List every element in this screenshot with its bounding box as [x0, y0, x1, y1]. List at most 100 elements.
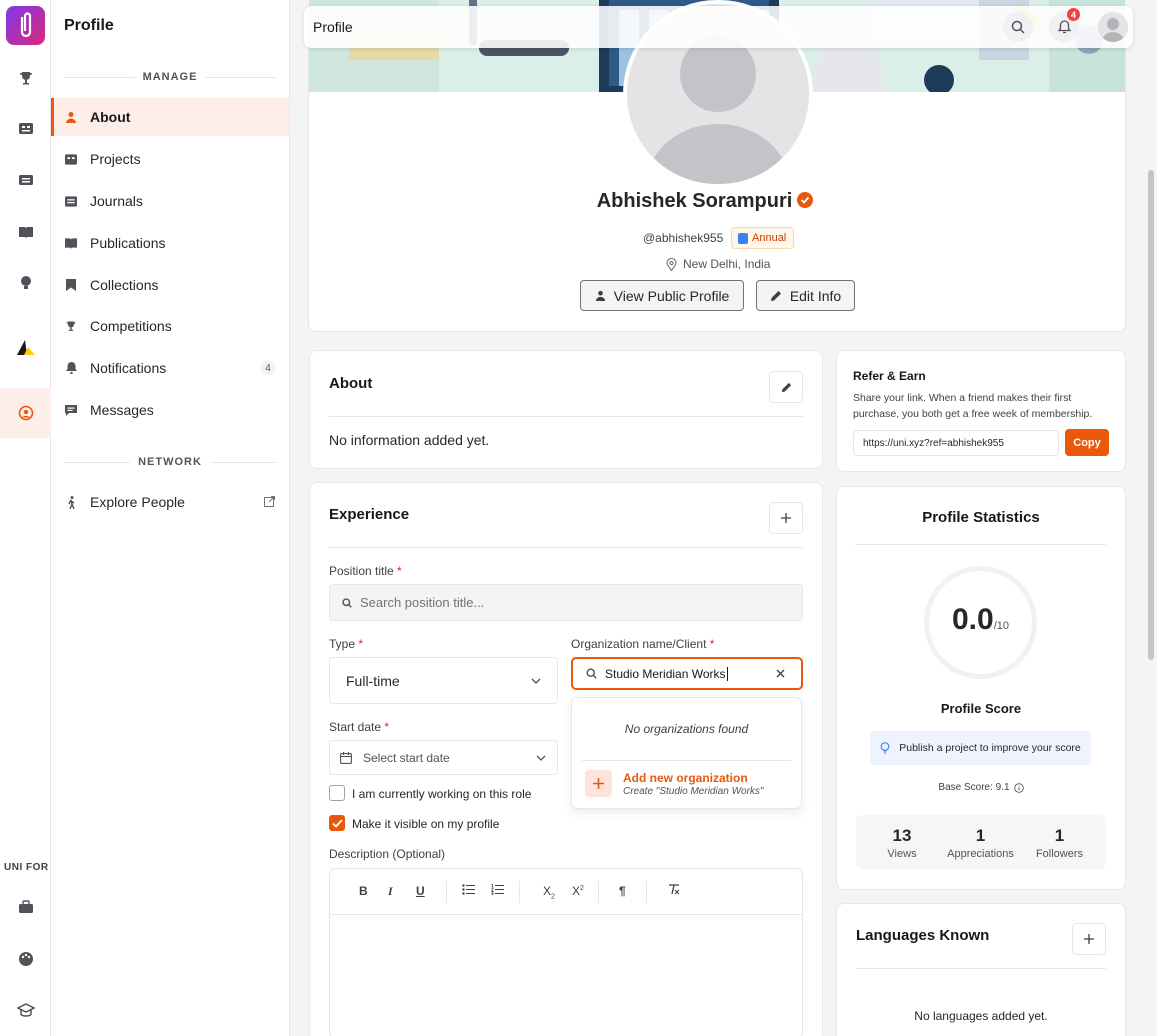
organization-input[interactable]: Studio Meridian Works — [571, 657, 803, 690]
briefcase-icon[interactable] — [0, 889, 51, 925]
position-title-input[interactable]: Search position title... — [329, 584, 803, 621]
message-icon — [65, 404, 77, 416]
text-cursor — [726, 666, 728, 681]
bullet-list-button[interactable] — [462, 884, 475, 895]
sidebar-item-journals[interactable]: Journals — [51, 182, 289, 220]
position-title-label-text: Position title — [329, 564, 394, 578]
search-icon — [586, 668, 597, 679]
views-count: 13 — [892, 826, 912, 845]
sidebar-item-messages[interactable]: Messages — [51, 391, 289, 429]
position-title-label: Position title * — [329, 564, 402, 578]
sidebar-item-collections[interactable]: Collections — [51, 266, 289, 304]
followers-label: Followers — [1035, 848, 1084, 860]
type-label: Type * — [329, 637, 364, 651]
type-select[interactable]: Full-time — [329, 657, 558, 704]
edit-info-button[interactable]: Edit Info — [756, 280, 855, 311]
add-language-button[interactable] — [1072, 923, 1106, 955]
type-value: Full-time — [346, 672, 400, 689]
score-value: 0.0 — [951, 603, 994, 636]
rail-section-label: UNI FOR — [4, 862, 49, 873]
add-new-organization-option[interactable]: Add new organization Create "Studio Meri… — [572, 764, 801, 806]
app-logo[interactable] — [6, 6, 45, 45]
chevron-down-icon — [531, 678, 541, 684]
membership-icon — [738, 232, 748, 244]
journals-icon — [65, 195, 77, 207]
superscript-button[interactable]: X2 — [572, 884, 584, 898]
about-empty-text: No information added yet. — [329, 432, 490, 448]
plan-label: Annual — [752, 232, 787, 244]
user-avatar-button[interactable] — [1098, 12, 1128, 42]
dropdown-divider — [582, 760, 791, 761]
journals-icon[interactable] — [0, 162, 51, 198]
stats-divider — [855, 544, 1106, 545]
subscript-button[interactable]: X2 — [543, 884, 555, 900]
current-role-checkbox[interactable] — [329, 785, 345, 801]
bookmark-icon — [65, 279, 77, 291]
refer-title: Refer & Earn — [853, 369, 926, 383]
brand-triangle-icon[interactable] — [0, 330, 51, 366]
profile-icon[interactable] — [0, 388, 51, 438]
profile-sidebar: Profile MANAGE About Projects Journals P… — [51, 0, 290, 1036]
edit-about-button[interactable] — [769, 371, 803, 403]
sidebar-item-label: Notifications — [90, 360, 167, 376]
underline-button[interactable]: U — [416, 884, 425, 898]
trophy-icon[interactable] — [0, 60, 51, 96]
bold-button[interactable]: B — [359, 884, 368, 898]
sidebar-item-publications[interactable]: Publications — [51, 224, 289, 262]
current-role-label: I am currently working on this role — [352, 787, 532, 801]
toolbar-separator — [446, 881, 447, 903]
sidebar-item-explore-people[interactable]: Explore People — [51, 483, 289, 521]
projects-icon[interactable] — [0, 110, 51, 146]
editor-toolbar: B I U 123 X2 X2 ¶ — [330, 869, 802, 915]
sidebar-item-projects[interactable]: Projects — [51, 140, 289, 178]
app-rail: UNI FOR — [0, 0, 51, 1036]
start-date-label: Start date * — [329, 720, 390, 734]
checkmark-icon — [331, 818, 343, 828]
add-experience-button[interactable] — [769, 502, 803, 534]
clear-formatting-icon — [669, 884, 680, 895]
bulb-icon[interactable] — [0, 265, 51, 301]
about-title: About — [329, 375, 373, 392]
type-label-text: Type — [329, 637, 356, 651]
bell-icon — [65, 362, 77, 374]
sidebar-item-notifications[interactable]: Notifications 4 — [51, 349, 289, 387]
profile-location: New Delhi, India — [666, 257, 770, 271]
position-title-placeholder: Search position title... — [360, 595, 485, 610]
clear-formatting-button[interactable] — [668, 884, 680, 895]
publications-icon[interactable] — [0, 214, 51, 250]
profile-handle: @abhishek955 — [643, 231, 724, 245]
paragraph-button[interactable]: ¶ — [619, 884, 626, 898]
view-public-profile-button[interactable]: View Public Profile — [580, 280, 744, 311]
projects-icon — [65, 153, 77, 165]
appreciations-count: 1 — [975, 826, 986, 845]
info-icon — [1013, 782, 1024, 793]
section-manage-label: MANAGE — [142, 71, 198, 83]
notifications-badge: 4 — [1067, 8, 1080, 21]
clear-icon — [776, 669, 785, 678]
sidebar-item-competitions[interactable]: Competitions — [51, 307, 289, 345]
book-icon — [65, 237, 77, 249]
start-date-picker[interactable]: Select start date — [329, 740, 558, 775]
sidebar-item-label: Journals — [90, 193, 143, 209]
lightbulb-icon — [880, 742, 890, 754]
description-label: Description (Optional) — [329, 847, 446, 861]
description-editor[interactable]: B I U 123 X2 X2 ¶ — [329, 868, 803, 1036]
sidebar-item-about[interactable]: About — [51, 98, 289, 136]
graduation-cap-icon[interactable] — [0, 992, 51, 1028]
visible-on-profile-checkbox[interactable] — [329, 815, 345, 831]
experience-title: Experience — [329, 506, 410, 523]
plus-icon — [585, 770, 612, 797]
italic-button[interactable]: I — [388, 884, 393, 899]
numbered-list-button[interactable]: 123 — [491, 884, 504, 895]
copy-button[interactable]: Copy — [1065, 429, 1109, 456]
search-button[interactable] — [1003, 12, 1033, 42]
followers-stat: 1 Followers — [1022, 826, 1097, 860]
scrollbar-thumb[interactable] — [1148, 170, 1154, 660]
referral-link-input[interactable]: https://uni.xyz?ref=abhishek955 — [853, 430, 1059, 456]
location-pin-icon — [666, 257, 677, 271]
profile-name-row: Abhishek Sorampuri — [560, 190, 850, 213]
palette-icon[interactable] — [0, 941, 51, 977]
sidebar-item-label: Projects — [90, 151, 141, 167]
appreciations-label: Appreciations — [947, 848, 1014, 860]
languages-divider — [856, 968, 1106, 969]
